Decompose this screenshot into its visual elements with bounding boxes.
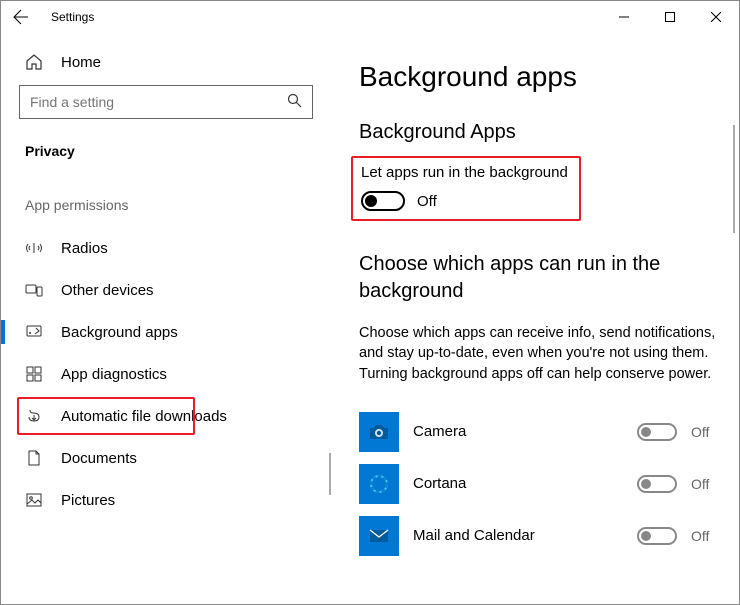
app-name: Mail and Calendar — [413, 527, 623, 544]
search-input[interactable] — [30, 94, 261, 110]
sidebar: Home Privacy App permissions Radios Othe… — [1, 33, 331, 604]
nav-label: Automatic file downloads — [61, 408, 227, 425]
maximize-button[interactable] — [647, 1, 693, 33]
back-button[interactable] — [9, 5, 33, 29]
mail-toggle[interactable] — [637, 527, 677, 545]
maximize-icon — [665, 12, 675, 22]
window-controls — [601, 1, 739, 33]
choose-heading: Choose which apps can run in the backgro… — [359, 251, 719, 305]
highlight-annotation-toggle: Let apps run in the background Off — [351, 156, 581, 221]
app-row-cortana: Cortana Off — [359, 458, 719, 510]
sidebar-section-subheading: App permissions — [1, 179, 331, 227]
master-toggle[interactable] — [361, 191, 405, 211]
toggle-knob — [641, 479, 651, 489]
nav-label: Background apps — [61, 324, 178, 341]
mail-app-icon — [359, 516, 399, 556]
app-toggle-state: Off — [691, 528, 719, 544]
back-arrow-icon — [13, 9, 29, 25]
app-row-mail-calendar: Mail and Calendar Off — [359, 510, 719, 562]
file-downloads-icon — [25, 407, 43, 425]
home-label: Home — [61, 54, 101, 71]
master-toggle-state: Off — [417, 193, 437, 210]
page-title: Background apps — [359, 61, 719, 93]
sidebar-item-pictures[interactable]: Pictures — [1, 479, 331, 521]
app-title: Settings — [51, 10, 94, 24]
nav-label: Other devices — [61, 282, 154, 299]
app-diagnostics-icon — [25, 365, 43, 383]
home-icon — [25, 53, 43, 71]
description-text: Choose which apps can receive info, send… — [359, 323, 719, 384]
sidebar-item-background-apps[interactable]: Background apps — [1, 311, 331, 353]
nav-label: App diagnostics — [61, 366, 167, 383]
radios-icon — [25, 239, 43, 257]
cortana-toggle[interactable] — [637, 475, 677, 493]
app-row-camera: Camera Off — [359, 406, 719, 458]
main-scrollbar[interactable] — [733, 125, 735, 233]
app-toggle-state: Off — [691, 476, 719, 492]
sidebar-item-documents[interactable]: Documents — [1, 437, 331, 479]
active-indicator — [1, 320, 5, 344]
app-name: Camera — [413, 423, 623, 440]
search-icon — [287, 93, 302, 111]
toggle-knob — [641, 531, 651, 541]
search-box[interactable] — [19, 85, 313, 119]
subsection-title: Background Apps — [359, 121, 719, 144]
titlebar: Settings — [1, 1, 739, 33]
minimize-button[interactable] — [601, 1, 647, 33]
documents-icon — [25, 449, 43, 467]
sidebar-item-automatic-file-downloads[interactable]: Automatic file downloads — [1, 395, 331, 437]
app-toggle-state: Off — [691, 424, 719, 440]
sidebar-item-radios[interactable]: Radios — [1, 227, 331, 269]
camera-app-icon — [359, 412, 399, 452]
background-apps-icon — [25, 323, 43, 341]
close-icon — [711, 12, 721, 22]
master-toggle-label: Let apps run in the background — [361, 164, 571, 181]
sidebar-item-home[interactable]: Home — [1, 45, 331, 85]
sidebar-item-app-diagnostics[interactable]: App diagnostics — [1, 353, 331, 395]
toggle-knob — [365, 195, 377, 207]
toggle-knob — [641, 427, 651, 437]
pictures-icon — [25, 491, 43, 509]
minimize-icon — [619, 12, 629, 22]
close-button[interactable] — [693, 1, 739, 33]
app-name: Cortana — [413, 475, 623, 492]
cortana-app-icon — [359, 464, 399, 504]
nav-label: Radios — [61, 240, 108, 257]
sidebar-item-other-devices[interactable]: Other devices — [1, 269, 331, 311]
sidebar-section-heading: Privacy — [1, 137, 331, 179]
nav-label: Pictures — [61, 492, 115, 509]
nav-label: Documents — [61, 450, 137, 467]
other-devices-icon — [25, 281, 43, 299]
main-panel: Background apps Background Apps Let apps… — [331, 33, 739, 604]
camera-toggle[interactable] — [637, 423, 677, 441]
